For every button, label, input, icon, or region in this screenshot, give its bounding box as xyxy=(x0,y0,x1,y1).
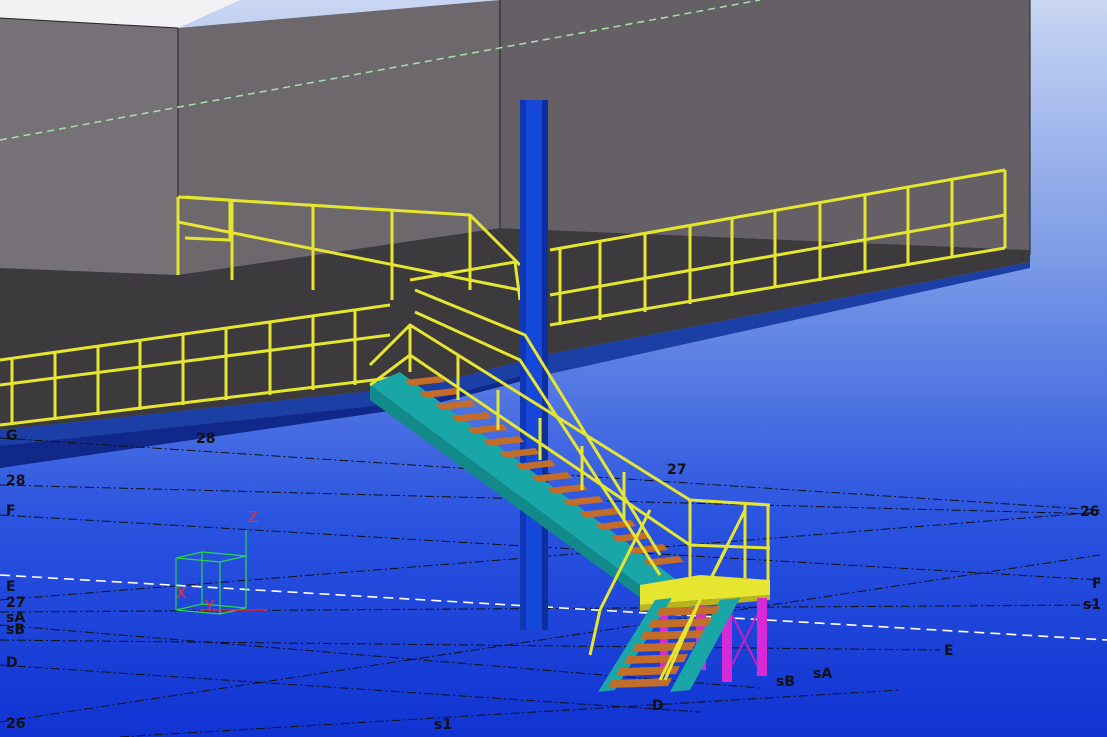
axis-z-label: Z xyxy=(248,508,258,526)
grid-label-bottom-sa: sA xyxy=(813,666,832,682)
model-scene[interactable]: Z X Y G 28 28 F 27 26 E F 27 s1 sA sB E … xyxy=(0,0,1107,737)
grid-label-left-g: G xyxy=(6,428,18,444)
grid-label-bottom-sb: sB xyxy=(776,674,795,690)
axis-x-label: X xyxy=(176,584,186,602)
grid-label-left-d: D xyxy=(6,655,18,671)
grid-label-right-f: F xyxy=(1092,576,1102,592)
grid-label-bottom-d: D xyxy=(652,698,664,714)
grid-label-left-26: 26 xyxy=(6,716,25,732)
grid-label-left-f: F xyxy=(6,503,16,519)
3d-model-viewport[interactable]: Z X Y G 28 28 F 27 26 E F 27 s1 sA sB E … xyxy=(0,0,1107,737)
grid-label-right-s1: s1 xyxy=(1083,597,1101,613)
grid-label-right-26: 26 xyxy=(1080,504,1099,520)
axis-y-label: Y xyxy=(204,597,215,615)
grid-label-top-28: 28 xyxy=(196,431,215,447)
grid-label-right-e: E xyxy=(944,643,954,659)
grid-label-left-sb: sB xyxy=(6,622,25,638)
grid-label-left-28: 28 xyxy=(6,473,25,489)
grid-label-top-27: 27 xyxy=(667,462,686,478)
grid-label-left-27: 27 xyxy=(6,595,25,611)
grid-label-bottom-s1: s1 xyxy=(434,717,452,733)
grid-label-left-e: E xyxy=(6,579,16,595)
